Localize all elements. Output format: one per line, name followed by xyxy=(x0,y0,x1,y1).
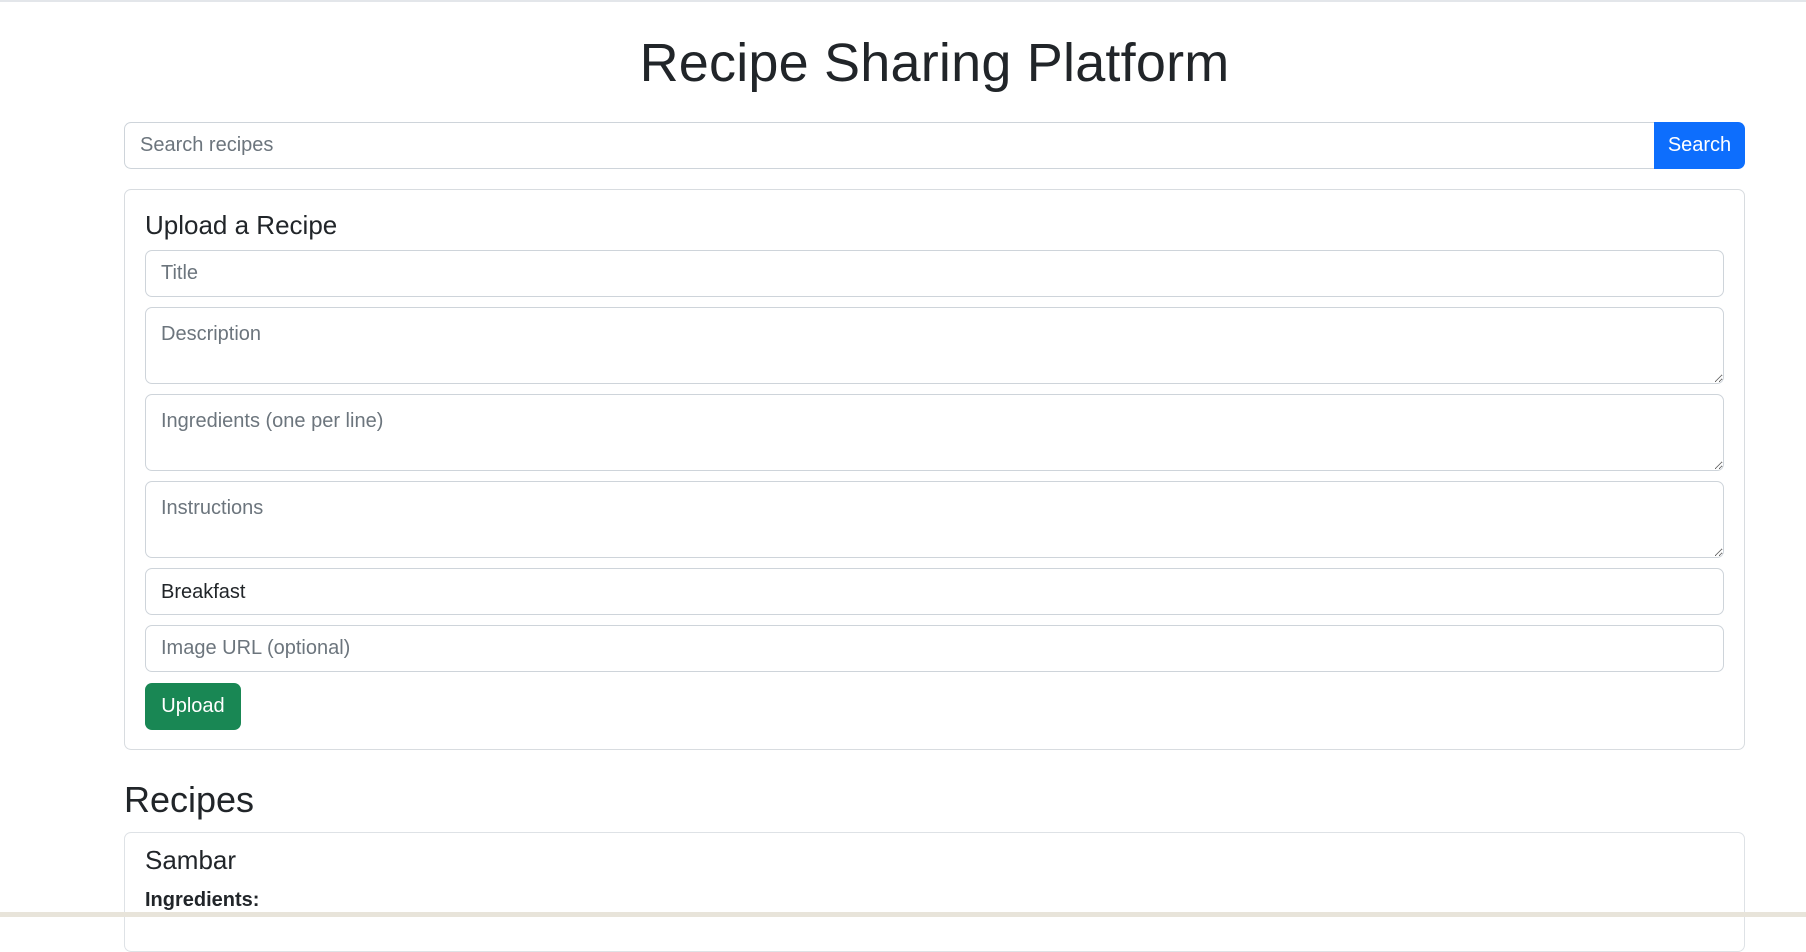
page-title: Recipe Sharing Platform xyxy=(639,33,1230,93)
top-divider xyxy=(0,0,1806,2)
recipe-title-input[interactable] xyxy=(145,250,1724,297)
recipe-description-textarea[interactable] xyxy=(145,307,1724,384)
recipe-instructions-textarea[interactable] xyxy=(145,481,1724,558)
recipe-ingredients-textarea[interactable] xyxy=(145,394,1724,471)
recipe-card-title: Sambar xyxy=(145,845,237,875)
recipe-category-select[interactable]: Breakfast xyxy=(145,568,1724,615)
recipe-card: Sambar Ingredients: xyxy=(124,832,1745,952)
search-bar: Search xyxy=(124,122,1745,169)
search-button[interactable]: Search xyxy=(1654,122,1745,169)
upload-recipe-card: Upload a Recipe Breakfast Upload xyxy=(124,189,1745,750)
recipes-heading: Recipes xyxy=(124,779,255,820)
bottom-divider xyxy=(0,912,1806,917)
search-input[interactable] xyxy=(124,122,1654,169)
upload-card-heading: Upload a Recipe xyxy=(145,210,338,240)
upload-button[interactable]: Upload xyxy=(145,683,241,730)
recipe-ingredients-label: Ingredients: xyxy=(145,889,260,911)
recipe-image-url-input[interactable] xyxy=(145,625,1724,672)
